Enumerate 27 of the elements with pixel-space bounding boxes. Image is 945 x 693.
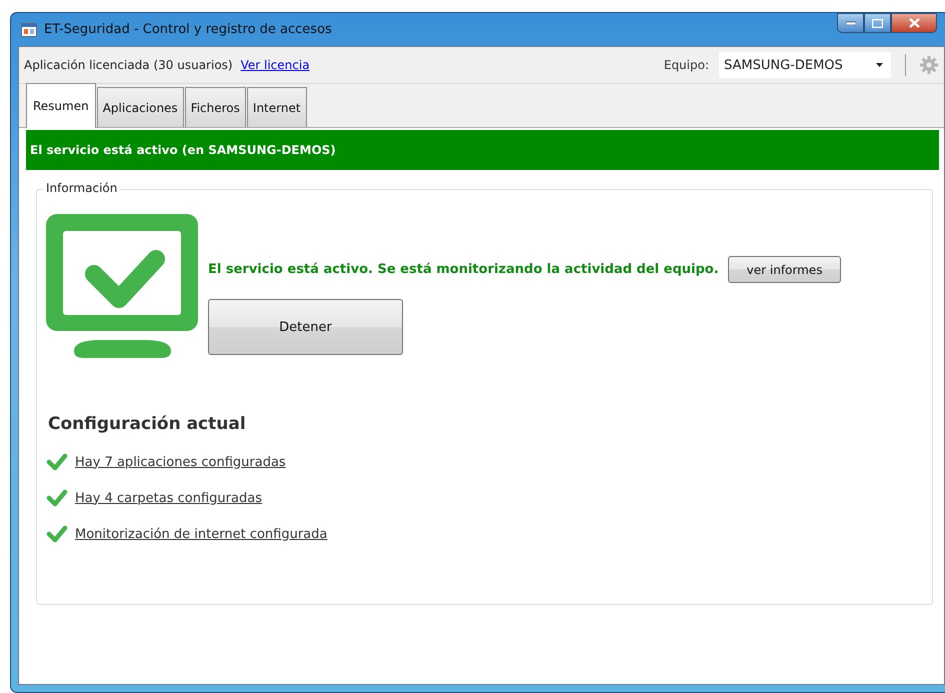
- monitor-check-icon: [46, 214, 198, 358]
- license-text: Aplicación licenciada (30 usuarios): [24, 58, 233, 72]
- app-icon: [21, 22, 37, 36]
- config-link[interactable]: Monitorización de internet configurada: [75, 526, 328, 542]
- close-icon: [908, 18, 920, 28]
- caret-icon: [876, 63, 883, 67]
- device-dropdown[interactable]: SAMSUNG-DEMOS: [719, 52, 891, 78]
- view-reports-button[interactable]: ver informes: [728, 256, 842, 283]
- stop-button[interactable]: Detener: [208, 299, 403, 355]
- device-label: Equipo:: [664, 58, 709, 72]
- window-title: ET-Seguridad - Control y registro de accesos: [44, 22, 332, 37]
- tab[interactable]: Resumen: [26, 83, 96, 128]
- license-link[interactable]: Ver licencia: [240, 58, 310, 72]
- tab[interactable]: Aplicaciones: [96, 87, 184, 127]
- minimize-button[interactable]: [837, 13, 864, 33]
- tab[interactable]: Ficheros: [184, 87, 246, 127]
- maximize-button[interactable]: [864, 13, 891, 33]
- close-button[interactable]: [891, 13, 937, 33]
- config-link[interactable]: Hay 4 carpetas configuradas: [75, 490, 262, 506]
- maximize-icon: [872, 18, 883, 28]
- status-message: El servicio está activo. Se está monitorizando la actividad del equipo.: [208, 262, 719, 277]
- section-heading: Configuración actual: [48, 414, 247, 434]
- tab[interactable]: Internet: [246, 87, 307, 127]
- group-title: Información: [43, 181, 120, 195]
- status-banner: El servicio está activo (en SAMSUNG-DEMOS): [26, 130, 939, 170]
- minimize-icon: [846, 21, 856, 25]
- config-link[interactable]: Hay 7 aplicaciones configuradas: [75, 454, 286, 470]
